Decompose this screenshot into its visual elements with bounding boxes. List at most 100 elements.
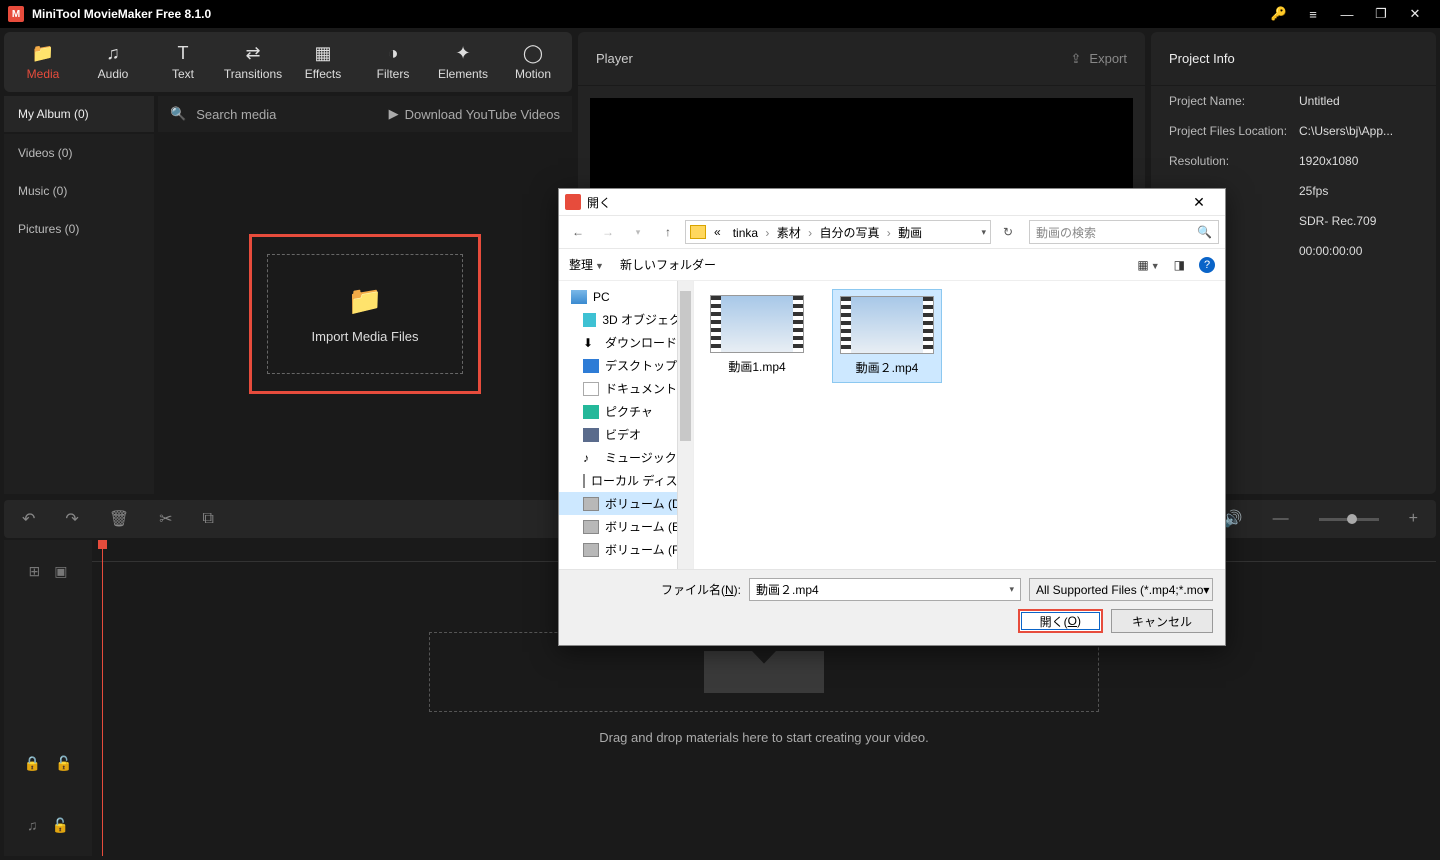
tree-icon: [583, 313, 596, 327]
breadcrumb-item[interactable]: 自分の写真: [815, 226, 883, 240]
delete-button[interactable]: 🗑: [109, 509, 129, 529]
tree-icon: [583, 520, 599, 534]
project-info-title: Project Info: [1151, 32, 1436, 86]
tree-node[interactable]: ボリューム (E:): [559, 515, 693, 538]
undo-button[interactable]: ↶: [22, 509, 35, 529]
tree-icon: [583, 497, 599, 511]
tab-motion[interactable]: ◯Motion: [498, 32, 568, 92]
nav-forward-button[interactable]: →: [595, 220, 621, 244]
zoom-out-button[interactable]: —: [1273, 510, 1289, 528]
nav-history-button[interactable]: ▾: [625, 220, 651, 244]
info-row: Project Name:Untitled: [1151, 86, 1436, 116]
media-category[interactable]: Pictures (0): [4, 210, 154, 248]
help-button[interactable]: ?: [1199, 257, 1215, 273]
motion-icon: ◯: [523, 43, 543, 63]
dialog-search-input[interactable]: 動画の検索 🔍: [1029, 220, 1219, 244]
audio-track-icon[interactable]: ♫: [27, 817, 38, 833]
tree-scrollbar[interactable]: [677, 281, 693, 569]
import-media-button[interactable]: 📁 Import Media Files: [267, 254, 463, 374]
search-icon: 🔍: [1197, 225, 1212, 239]
playhead[interactable]: [102, 540, 103, 856]
dropzone-placeholder-icon: [704, 651, 824, 693]
tree-node[interactable]: ♪ミュージック: [559, 446, 693, 469]
media-category[interactable]: Videos (0): [4, 134, 154, 172]
close-button[interactable]: ✕: [1398, 0, 1432, 28]
tree-node[interactable]: ボリューム (D:): [559, 492, 693, 515]
view-mode-button[interactable]: ▦▼: [1137, 258, 1159, 272]
import-media-highlight: 📁 Import Media Files: [249, 234, 481, 394]
tree-node[interactable]: 3D オブジェクト: [559, 308, 693, 331]
open-button[interactable]: 開く(O): [1018, 609, 1103, 633]
import-media-label: Import Media Files: [312, 329, 419, 344]
tab-media[interactable]: 📁Media: [8, 32, 78, 92]
elements-icon: ✦: [455, 43, 470, 63]
audio-icon: ♫: [106, 43, 120, 63]
tab-text[interactable]: TText: [148, 32, 218, 92]
tab-elements[interactable]: ✦Elements: [428, 32, 498, 92]
tree-node[interactable]: ローカル ディスク (: [559, 469, 693, 492]
address-bar[interactable]: « tinka › 素材 › 自分の写真 › 動画 ▾: [685, 220, 991, 244]
tree-node[interactable]: ビデオ: [559, 423, 693, 446]
app-logo-icon: M: [8, 6, 24, 22]
tree-node[interactable]: デスクトップ: [559, 354, 693, 377]
titlebar: M MiniTool MovieMaker Free 8.1.0 🔑 ≡ — ❐…: [0, 0, 1440, 28]
filetype-select[interactable]: All Supported Files (*.mp4;*.mo▾: [1029, 578, 1213, 601]
zoom-in-button[interactable]: +: [1409, 510, 1418, 528]
breadcrumb-item[interactable]: 動画: [894, 226, 926, 240]
file-item[interactable]: 動画２.mp4: [832, 289, 942, 383]
tab-audio[interactable]: ♫Audio: [78, 32, 148, 92]
breadcrumb-item[interactable]: tinka: [729, 226, 762, 240]
zoom-slider[interactable]: [1319, 518, 1379, 521]
new-folder-button[interactable]: 新しいフォルダー: [620, 256, 716, 273]
lock-audio-icon[interactable]: 🔓: [52, 817, 69, 834]
refresh-button[interactable]: ↻: [995, 220, 1021, 244]
track-layers-icon[interactable]: ▣: [54, 563, 67, 580]
tab-effects[interactable]: ▦Effects: [288, 32, 358, 92]
license-key-icon[interactable]: 🔑: [1262, 0, 1296, 28]
maximize-button[interactable]: ❐: [1364, 0, 1398, 28]
tab-filters[interactable]: ◑Filters: [358, 32, 428, 92]
export-icon: ⇪: [1071, 51, 1082, 67]
minimize-button[interactable]: —: [1330, 0, 1364, 28]
menu-icon[interactable]: ≡: [1296, 0, 1330, 28]
media-category[interactable]: Music (0): [4, 172, 154, 210]
cancel-button[interactable]: キャンセル: [1111, 609, 1213, 633]
tab-transitions[interactable]: ⇄Transitions: [218, 32, 288, 92]
file-item[interactable]: 動画1.mp4: [702, 289, 812, 381]
info-row: Resolution:1920x1080: [1151, 146, 1436, 176]
folder-tree[interactable]: PC3D オブジェクト⬇ダウンロードデスクトップドキュメントピクチャビデオ♪ミュ…: [559, 281, 694, 569]
tree-node[interactable]: ドキュメント: [559, 377, 693, 400]
tree-node[interactable]: ピクチャ: [559, 400, 693, 423]
preview-pane-button[interactable]: ◨: [1174, 258, 1185, 272]
filename-label: ファイル名(N):: [571, 581, 741, 598]
tree-icon: [571, 290, 587, 304]
mute-video-icon[interactable]: 🔓: [55, 755, 72, 772]
add-track-icon[interactable]: ⊞: [29, 563, 41, 580]
file-thumbnail-icon: [710, 295, 804, 353]
split-button[interactable]: ✂: [159, 509, 172, 529]
breadcrumb-item[interactable]: 素材: [773, 226, 805, 240]
nav-up-button[interactable]: ↑: [655, 220, 681, 244]
crop-button[interactable]: ⧉: [203, 510, 214, 528]
tree-node[interactable]: PC: [559, 285, 693, 308]
lock-video-icon[interactable]: 🔒: [24, 755, 41, 772]
text-icon: T: [178, 43, 189, 63]
folder-icon: [690, 225, 706, 239]
nav-back-button[interactable]: ←: [565, 220, 591, 244]
dialog-title: 開く: [587, 194, 611, 211]
file-list[interactable]: 動画1.mp4動画２.mp4: [694, 281, 1225, 569]
tree-icon: ⬇: [583, 336, 599, 350]
redo-button[interactable]: ↷: [65, 509, 78, 529]
my-album-header[interactable]: My Album (0): [4, 96, 154, 132]
dialog-close-button[interactable]: ✕: [1179, 194, 1219, 211]
search-media-input[interactable]: Search media: [196, 107, 276, 122]
tree-node[interactable]: ボリューム (F:): [559, 538, 693, 561]
download-youtube-link[interactable]: Download YouTube Videos: [405, 107, 560, 122]
media-categories: Videos (0)Music (0)Pictures (0): [4, 134, 154, 494]
organize-menu[interactable]: 整理▼: [569, 256, 604, 273]
tree-node[interactable]: ⬇ダウンロード: [559, 331, 693, 354]
tree-icon: [583, 428, 599, 442]
filename-input[interactable]: 動画２.mp4▾: [749, 578, 1021, 601]
export-button[interactable]: ⇪ Export: [1071, 51, 1127, 67]
tab-strip: 📁Media♫AudioTText⇄Transitions▦Effects◑Fi…: [4, 32, 572, 92]
